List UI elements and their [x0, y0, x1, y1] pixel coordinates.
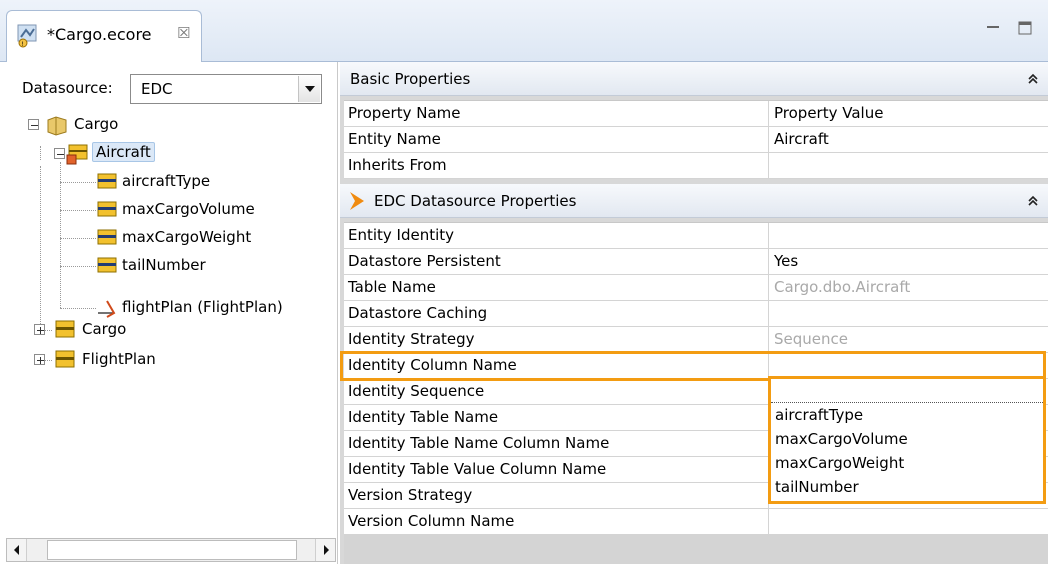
property-name: Entity Name — [348, 130, 441, 148]
table-row[interactable]: Entity Name Aircraft — [344, 127, 1048, 153]
dropdown-option[interactable]: maxCargoWeight — [775, 454, 904, 472]
property-name: Datastore Persistent — [348, 252, 501, 270]
identity-column-dropdown[interactable]: aircraftType maxCargoVolume maxCargoWeig… — [768, 376, 1046, 504]
property-name: Identity Table Name Column Name — [348, 434, 610, 452]
close-icon[interactable]: ☒ — [177, 24, 190, 42]
property-value[interactable]: Aircraft — [774, 130, 829, 148]
tree-item-attribute[interactable]: maxCargoWeight — [2, 225, 332, 251]
tab-title: *Cargo.ecore — [47, 25, 152, 44]
table-row[interactable]: Inherits From — [344, 153, 1048, 179]
property-name: Datastore Caching — [348, 304, 488, 322]
table-row[interactable]: Entity Identity — [344, 223, 1048, 249]
tree-item-attribute[interactable]: maxCargoVolume — [2, 197, 332, 223]
scrollbar-thumb[interactable] — [47, 540, 297, 560]
column-header: Property Value — [774, 104, 884, 122]
property-name: Entity Identity — [348, 226, 455, 244]
tree-item-label: maxCargoWeight — [122, 228, 252, 246]
tree-item-label: tailNumber — [122, 256, 206, 274]
datasource-value: EDC — [141, 80, 173, 98]
table-header-row: Property Name Property Value — [344, 101, 1048, 127]
property-value[interactable]: Cargo.dbo.Aircraft — [774, 278, 910, 296]
attribute-icon — [96, 171, 118, 193]
tree-item-label: Aircraft — [92, 142, 155, 162]
expand-toggle-icon[interactable] — [34, 354, 45, 365]
property-value[interactable]: Yes — [774, 252, 798, 270]
collapse-up-icon[interactable] — [1026, 194, 1040, 208]
table-row[interactable]: Identity Strategy Sequence — [344, 327, 1048, 353]
property-value[interactable]: Sequence — [774, 330, 848, 348]
collapse-toggle-icon[interactable] — [28, 119, 39, 130]
property-name: Table Name — [348, 278, 436, 296]
dropdown-option[interactable]: aircraftType — [775, 406, 863, 424]
scroll-left-icon[interactable] — [7, 539, 27, 561]
entity-tree-panel: Datasource: EDC Cargo Aircraft aircraftT… — [2, 62, 338, 564]
tree-item-cargo[interactable]: Cargo — [2, 317, 332, 343]
tree-item-root[interactable]: Cargo — [2, 112, 332, 138]
table-row[interactable]: Datastore Persistent Yes — [344, 249, 1048, 275]
attribute-icon — [96, 255, 118, 277]
property-name: Identity Sequence — [348, 382, 485, 400]
maximize-icon[interactable] — [1014, 18, 1036, 38]
datasource-select[interactable]: EDC — [130, 74, 322, 104]
collapse-toggle-icon[interactable] — [54, 148, 65, 159]
ecore-model-icon: ! — [15, 22, 41, 48]
property-name: Identity Strategy — [348, 330, 475, 348]
tree-item-flightplan[interactable]: FlightPlan — [2, 347, 332, 373]
minimize-icon[interactable] — [982, 18, 1004, 38]
editor-tab-bar: ! *Cargo.ecore ☒ — [0, 0, 1048, 62]
basic-properties-grid: Property Name Property Value Entity Name… — [344, 100, 1048, 179]
tree-item-label: Cargo — [74, 115, 119, 133]
entity-class-icon — [66, 143, 88, 165]
basic-properties-header[interactable]: Basic Properties — [340, 62, 1048, 96]
package-icon — [46, 114, 68, 136]
property-name: Version Column Name — [348, 512, 515, 530]
tree-item-label: FlightPlan — [82, 350, 156, 368]
editor-tab[interactable]: ! *Cargo.ecore ☒ — [6, 10, 202, 62]
entity-class-icon — [54, 319, 76, 341]
datasource-label: Datasource: — [22, 79, 113, 97]
property-name: Inherits From — [348, 156, 447, 174]
table-row[interactable]: Table Name Cargo.dbo.Aircraft — [344, 275, 1048, 301]
property-name: Identity Table Value Column Name — [348, 460, 607, 478]
section-title: Basic Properties — [350, 70, 471, 88]
edc-properties-header[interactable]: EDC Datasource Properties — [340, 184, 1048, 218]
property-name: Identity Table Name — [348, 408, 499, 426]
tree-item-label: maxCargoVolume — [122, 200, 255, 218]
empty-area — [344, 534, 1048, 564]
dropdown-option[interactable]: tailNumber — [775, 478, 859, 496]
collapse-up-icon[interactable] — [1026, 72, 1040, 86]
section-title: EDC Datasource Properties — [374, 192, 577, 210]
dropdown-option[interactable]: maxCargoVolume — [775, 430, 908, 448]
property-name: Version Strategy — [348, 486, 473, 504]
attribute-icon — [96, 199, 118, 221]
column-header: Property Name — [348, 104, 461, 122]
tree-item-aircraft[interactable]: Aircraft — [2, 141, 332, 167]
expand-toggle-icon[interactable] — [34, 324, 45, 335]
property-name: Identity Column Name — [348, 356, 517, 374]
expand-arrow-icon — [350, 192, 364, 210]
scroll-right-icon[interactable] — [315, 539, 335, 561]
dropdown-input[interactable] — [771, 379, 1043, 403]
chevron-down-icon[interactable] — [298, 76, 320, 102]
table-row[interactable]: Datastore Caching — [344, 301, 1048, 327]
tree-item-label: flightPlan (FlightPlan) — [122, 298, 283, 316]
svg-text:!: ! — [22, 41, 24, 48]
table-row[interactable]: Version Column Name — [344, 509, 1048, 535]
tree-item-label: Cargo — [82, 320, 127, 338]
tree-item-label: aircraftType — [122, 172, 211, 190]
entity-class-icon — [54, 349, 76, 371]
attribute-icon — [96, 227, 118, 249]
horizontal-scrollbar[interactable] — [6, 538, 336, 562]
reference-icon — [96, 297, 118, 319]
tree-item-attribute[interactable]: tailNumber — [2, 253, 332, 279]
tree-item-attribute[interactable]: aircraftType — [2, 169, 332, 195]
